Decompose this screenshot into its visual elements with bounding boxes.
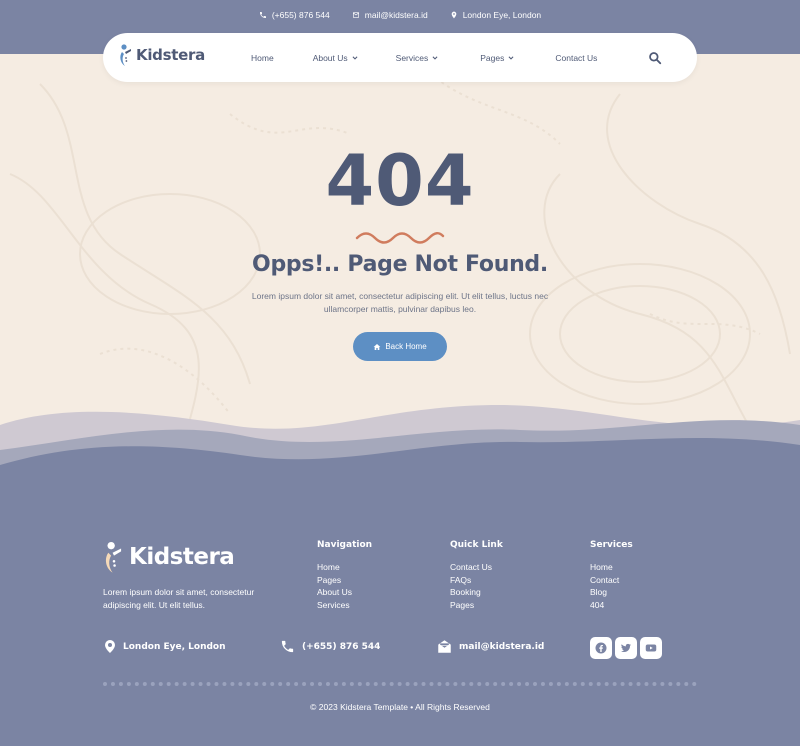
top-bar-location-text: London Eye, London [462, 10, 542, 20]
footer-email[interactable]: mail@kidstera.id [437, 639, 544, 654]
footer-column-title: Navigation [317, 540, 373, 550]
social-links [590, 637, 662, 659]
back-home-button[interactable]: Back Home [353, 332, 447, 361]
envelope-icon [352, 12, 359, 18]
footer-phone-text: (+655) 876 544 [302, 641, 381, 652]
footer-link-list: Home Pages About Us Services [317, 561, 372, 611]
error-description: Lorem ipsum dolor sit amet, consectetur … [251, 291, 549, 314]
nav-link-label: Services [395, 52, 429, 63]
main-navbar: Kidstera Home About Us Services Pages Co… [103, 33, 697, 82]
footer-link[interactable]: Home [590, 561, 633, 574]
nav-link-about-us[interactable]: About Us [313, 53, 358, 63]
back-home-label: Back Home [385, 342, 427, 351]
home-icon [373, 343, 381, 350]
envelope-open-icon [438, 640, 451, 653]
footer-link[interactable]: Pages [450, 599, 503, 612]
top-bar-phone[interactable]: (+655) 876 544 [259, 10, 330, 20]
youtube-button[interactable] [640, 637, 662, 659]
footer-link-list: Contact Us FAQs Booking Pages [450, 561, 503, 611]
footer-link[interactable]: 404 [590, 599, 633, 612]
footer-column-services: Services Home Contact Blog 404 [590, 540, 633, 611]
footer-link[interactable]: Booking [450, 586, 503, 599]
twitter-icon [621, 643, 631, 653]
facebook-icon [595, 642, 607, 654]
footer-link[interactable]: Contact Us [450, 561, 503, 574]
footer-link-list: Home Contact Blog 404 [590, 561, 633, 611]
footer-link[interactable]: Services [317, 599, 372, 612]
footer-brand-name: Kidstera [129, 544, 235, 570]
top-bar-email[interactable]: mail@kidstera.id [352, 10, 428, 20]
footer-column-title: Services [590, 540, 633, 550]
squiggle-divider-icon [355, 232, 445, 244]
nav-link-contact-us[interactable]: Contact Us [555, 53, 597, 63]
error-code: 404 [325, 140, 475, 222]
footer-link[interactable]: Home [317, 561, 372, 574]
wave-divider [0, 405, 800, 510]
nav-link-label: About Us [312, 52, 348, 63]
footer-link[interactable]: FAQs [450, 574, 503, 587]
footer-column-quick-link: Quick Link Contact Us FAQs Booking Pages [450, 540, 503, 611]
footer-brand-logo[interactable]: Kidstera [103, 540, 235, 574]
footer-phone[interactable]: (+655) 876 544 [280, 639, 380, 654]
footer-description: Lorem ipsum dolor sit amet, consectetur … [103, 587, 255, 610]
youtube-icon [645, 644, 657, 652]
kid-figure-icon [120, 44, 131, 66]
footer-email-text: mail@kidstera.id [459, 641, 545, 652]
map-pin-icon [105, 640, 115, 653]
footer-link[interactable]: Contact [590, 574, 633, 587]
nav-link-services[interactable]: Services [396, 53, 439, 63]
footer-column-title: Quick Link [450, 540, 503, 550]
nav-link-pages[interactable]: Pages [480, 53, 514, 63]
nav-links: Home About Us Services Pages Contact Us [251, 33, 597, 82]
kid-figure-icon [105, 541, 122, 573]
nav-link-label: Home [251, 52, 274, 63]
twitter-button[interactable] [615, 637, 637, 659]
top-bar-email-text: mail@kidstera.id [364, 10, 428, 20]
copyright-text: © 2023 Kidstera Template • All Rights Re… [310, 702, 490, 712]
chevron-down-icon [352, 55, 358, 60]
chevron-down-icon [432, 55, 438, 60]
footer-location[interactable]: London Eye, London [104, 639, 226, 654]
chevron-down-icon [508, 55, 514, 60]
top-bar-contacts: (+655) 876 544 mail@kidstera.id London E… [0, 10, 800, 20]
error-title: Opps!.. Page Not Found. [252, 252, 548, 277]
footer-location-text: London Eye, London [123, 641, 226, 652]
map-pin-icon [451, 11, 457, 19]
top-bar-phone-text: (+655) 876 544 [271, 10, 330, 20]
nav-link-label: Pages [480, 52, 505, 63]
footer-link[interactable]: About Us [317, 586, 372, 599]
footer-divider [103, 682, 697, 686]
search-icon[interactable] [648, 51, 662, 65]
footer-link[interactable]: Blog [590, 586, 633, 599]
brand-name: Kidstera [136, 46, 205, 64]
footer-link[interactable]: Pages [317, 574, 372, 587]
brand-logo[interactable]: Kidstera [119, 43, 205, 67]
facebook-button[interactable] [590, 637, 612, 659]
phone-icon [259, 12, 266, 18]
nav-link-label: Contact Us [555, 52, 598, 63]
top-bar-location[interactable]: London Eye, London [450, 10, 541, 20]
phone-icon [281, 640, 294, 653]
nav-link-home[interactable]: Home [251, 53, 274, 63]
footer-column-navigation: Navigation Home Pages About Us Services [317, 540, 372, 611]
